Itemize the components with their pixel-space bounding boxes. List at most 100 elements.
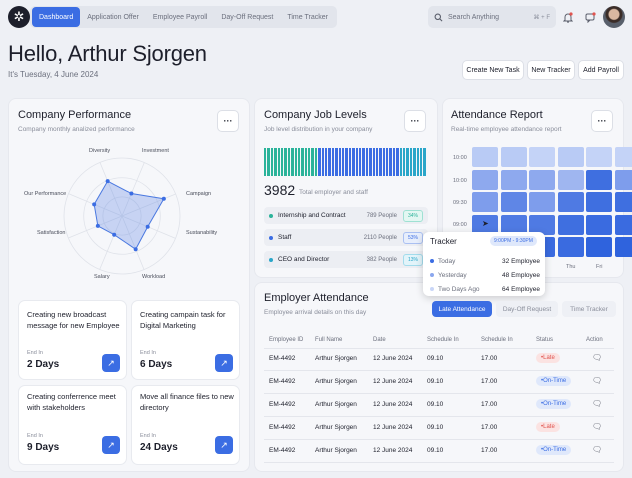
heatmap-cell[interactable]	[529, 169, 555, 190]
heatmap-cell[interactable]	[500, 169, 527, 190]
performance-title: Company Performance	[18, 109, 132, 121]
heatmap-cell[interactable]	[500, 192, 527, 212]
task-title: Move all finance files to new directory	[140, 392, 234, 412]
heatmap-cell[interactable]	[586, 169, 612, 190]
tab-employee-payroll[interactable]: Employee Payroll	[146, 7, 214, 27]
app-logo-icon[interactable]: ✲	[8, 6, 30, 28]
job-level-bar-segment	[318, 148, 321, 176]
tab-time-tracker-table[interactable]: Time Tracker	[562, 301, 616, 317]
heatmap-cell[interactable]	[557, 237, 584, 257]
job-level-bar-segment	[311, 148, 314, 176]
avatar[interactable]	[603, 6, 625, 28]
heatmap-cell[interactable]	[472, 169, 498, 190]
row-divider	[264, 416, 614, 417]
heatmap-cell[interactable]	[614, 192, 632, 212]
message-icon[interactable]: 🗨	[592, 376, 602, 385]
bell-icon[interactable]	[559, 8, 577, 26]
status-label: On-Time	[543, 401, 567, 407]
heatmap-cell[interactable]	[529, 192, 555, 212]
tab-dashboard[interactable]: Dashboard	[32, 7, 81, 27]
table-header-status: Status	[536, 337, 554, 343]
job-level-bar-segment	[372, 148, 375, 176]
attendance-report-menu-button[interactable]: ···	[591, 110, 613, 132]
job-level-bar-segment	[399, 148, 403, 176]
arrow-up-right-icon[interactable]: ↗	[102, 436, 120, 454]
tab-application-offer[interactable]: Application Offer	[80, 7, 146, 27]
table-divider	[264, 348, 614, 349]
heatmap-cell[interactable]	[557, 214, 584, 235]
heatmap-cell[interactable]	[586, 147, 612, 167]
table-cell-in1: 09.10	[427, 447, 444, 454]
performance-menu-button[interactable]: ···	[217, 110, 239, 132]
message-icon[interactable]: 🗨	[592, 399, 602, 408]
message-icon[interactable]: 🗨	[592, 353, 602, 362]
job-level-name: Staff	[278, 234, 292, 241]
heatmap-cell[interactable]	[557, 169, 584, 190]
table-cell-in1: 09.10	[427, 401, 444, 408]
table-cell-date: 12 June 2024	[373, 424, 413, 431]
heatmap-cell[interactable]	[557, 147, 584, 167]
job-level-row: CEO and Director 382 People 13%	[264, 251, 428, 268]
heatmap-cell[interactable]	[500, 147, 527, 167]
task-card[interactable]: Move all finance files to new directory …	[131, 385, 240, 465]
heatmap-cell[interactable]	[614, 214, 632, 235]
heatmap-y-label: 09:30	[453, 200, 467, 206]
search-placeholder: Search Anything	[448, 13, 499, 21]
tracker-row: Two Days Ago 64 Employee	[430, 282, 540, 296]
add-payroll-button[interactable]: Add Payroll	[578, 60, 624, 80]
tab-day-off-request-table[interactable]: Day-Off Request	[496, 301, 558, 317]
new-tracker-button[interactable]: New Tracker	[527, 60, 575, 80]
search-input[interactable]: Search Anything ⌘ + F	[428, 6, 556, 28]
job-level-bar-segment	[389, 148, 392, 176]
heatmap-cell[interactable]	[614, 237, 632, 257]
chat-icon[interactable]	[581, 8, 599, 26]
tab-time-tracker[interactable]: Time Tracker	[280, 7, 335, 27]
create-new-task-button[interactable]: Create New Task	[462, 60, 524, 80]
job-level-name: Internship and Contract	[278, 212, 346, 219]
tracker-dot	[430, 273, 434, 277]
search-shortcut: ⌘ + F	[533, 14, 550, 21]
job-level-bar-segment	[409, 148, 413, 176]
tab-late-attendance[interactable]: Late Attendance	[432, 301, 492, 317]
radar-label-workload: Workload	[142, 274, 166, 280]
heatmap-cell[interactable]	[586, 192, 612, 212]
arrow-up-right-icon[interactable]: ↗	[215, 436, 233, 454]
task-days: 6 Days	[140, 359, 173, 370]
heatmap-cell[interactable]	[614, 169, 632, 190]
job-level-bar-segment	[294, 148, 297, 176]
job-levels-menu-button[interactable]: ···	[404, 110, 426, 132]
task-card[interactable]: Creating new broadcast message for new E…	[18, 300, 127, 380]
arrow-up-right-icon[interactable]: ↗	[102, 354, 120, 372]
task-card[interactable]: Creating conferrence meet with stakehold…	[18, 385, 127, 465]
job-level-bars	[264, 148, 426, 176]
tracker-row-label: Yesterday	[438, 271, 467, 279]
table-cell-name: Arthur Sjorgen	[315, 401, 357, 408]
message-icon[interactable]: 🗨	[592, 422, 602, 431]
heatmap-cell[interactable]	[472, 192, 498, 212]
table-cell-in1: 09.10	[427, 378, 444, 385]
heatmap-cell[interactable]	[614, 147, 632, 167]
radar-label-our-performance: Our Performance	[24, 191, 67, 197]
table-cell-in1: 09.10	[427, 424, 444, 431]
heatmap-cell[interactable]	[586, 237, 612, 257]
tracker-row-value: 32 Employee	[502, 257, 540, 265]
heatmap-cell[interactable]	[472, 147, 498, 167]
job-level-bar-segment	[280, 148, 284, 176]
heatmap-cell[interactable]	[529, 147, 555, 167]
heatmap-cell[interactable]	[557, 192, 584, 212]
row-divider	[264, 393, 614, 394]
job-level-count: 789 People	[366, 212, 397, 219]
tracker-dot	[430, 259, 434, 263]
message-icon[interactable]: 🗨	[592, 445, 602, 454]
status-badge: • On-Time	[536, 399, 572, 409]
job-level-percent: 13%	[402, 253, 423, 266]
table-header-action: Action	[586, 337, 603, 343]
performance-radar-chart	[63, 157, 181, 275]
task-card[interactable]: Creating campain task for Digital Market…	[131, 300, 240, 380]
arrow-up-right-icon[interactable]: ↗	[215, 354, 233, 372]
tab-day-off-request[interactable]: Day-Off Request	[214, 7, 280, 27]
table-cell-in1: 09.10	[427, 355, 444, 362]
heatmap-cell[interactable]	[586, 214, 612, 235]
employer-attendance-title: Employer Attendance	[264, 292, 369, 304]
total-employees: 3982	[264, 182, 296, 198]
